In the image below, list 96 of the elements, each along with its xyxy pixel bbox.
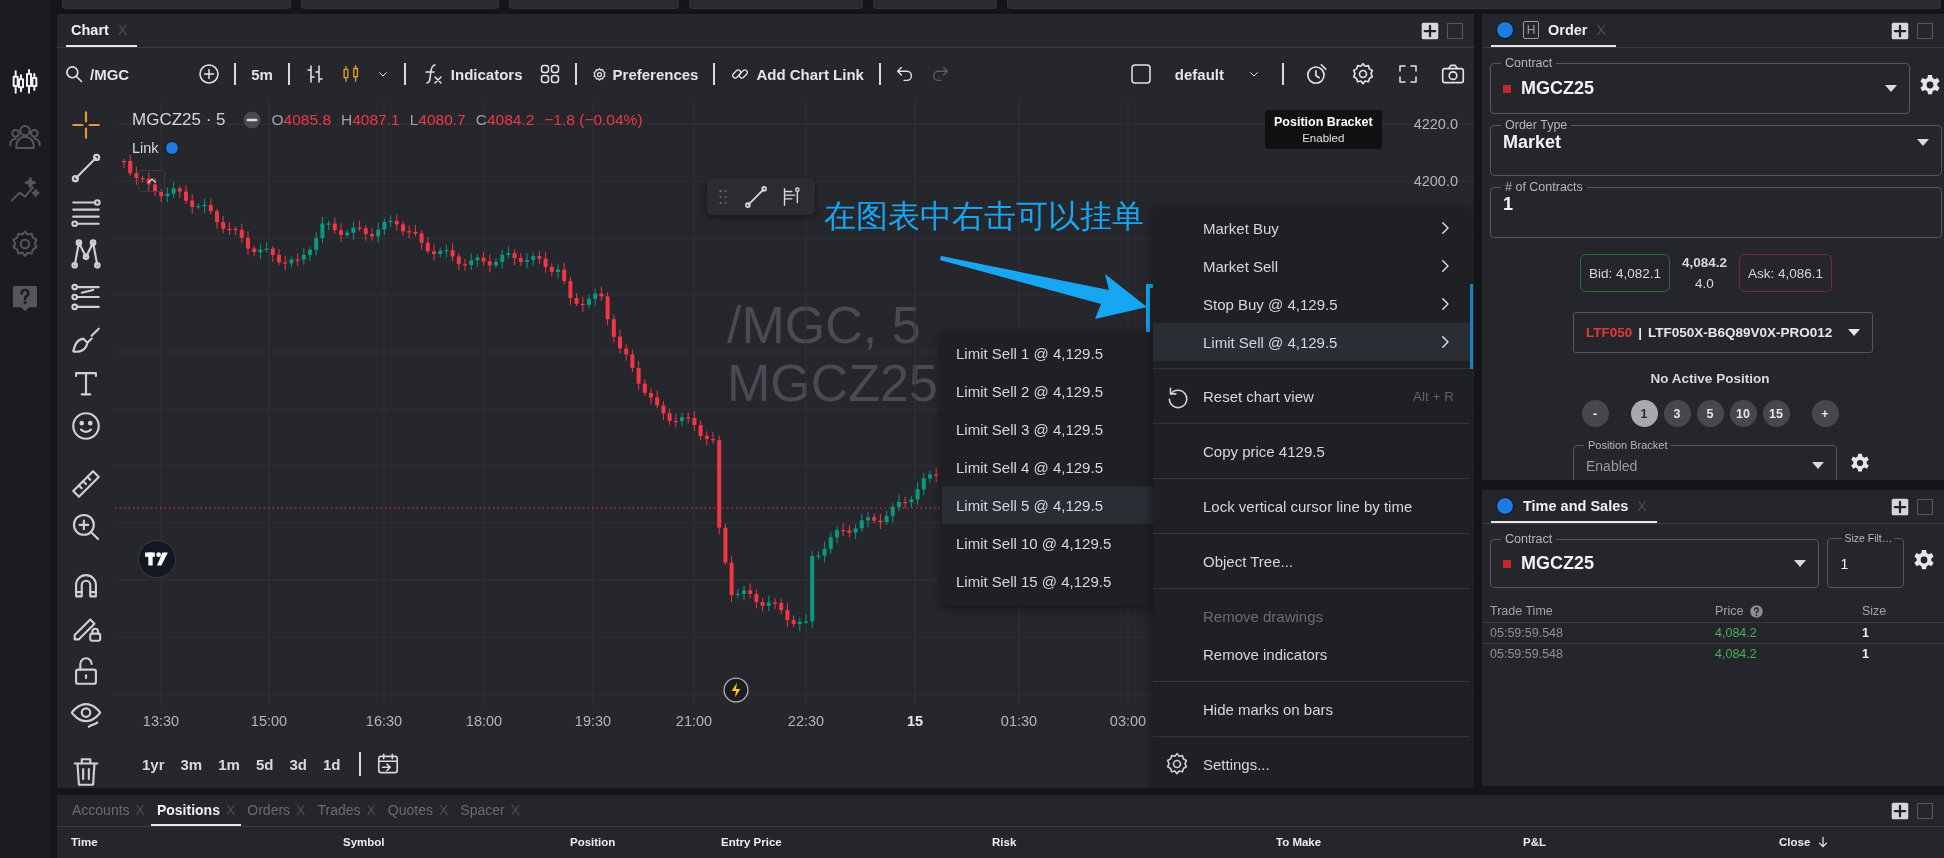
- menu-item[interactable]: Reset chart view Alt + R: [1153, 377, 1470, 415]
- symbol-search[interactable]: /MGC: [62, 61, 132, 87]
- column-header[interactable]: Position: [570, 836, 721, 848]
- menu-item[interactable]: Market Buy: [1153, 209, 1470, 247]
- shortcut-label: Alt + R: [1413, 388, 1454, 404]
- contract-dropdown[interactable]: Contract MGCZ25: [1490, 56, 1910, 114]
- column-header[interactable]: Entry Price: [721, 836, 992, 848]
- time-axis-label: 16:30: [365, 713, 403, 729]
- link-label: Link: [132, 140, 159, 156]
- ask-price: Ask: 4,086.1: [1739, 254, 1833, 292]
- field-label: # of Contracts: [1504, 180, 1584, 194]
- menu-item[interactable]: Stop Buy @ 4,129.5: [1153, 285, 1470, 323]
- ohlc-value: L4080.7: [409, 111, 466, 129]
- bid-price: Bid: 4,082.1: [1579, 254, 1670, 292]
- last-price: 4,084.2: [1681, 255, 1727, 270]
- contracts-input[interactable]: 1: [1503, 194, 1929, 215]
- menu-item[interactable]: Market Sell: [1153, 247, 1470, 285]
- account-dropdown[interactable]: LTF050 | LTF050X-B6Q89V0X-PRO012: [1573, 312, 1873, 353]
- menu-item[interactable]: Settings...: [1153, 745, 1470, 783]
- table-cell: 4,084.2: [1707, 622, 1854, 643]
- price-axis-label: 4220.0: [1413, 116, 1458, 132]
- menu-item[interactable]: Limit Sell 1 @ 4,129.5: [942, 334, 1153, 372]
- indicators-button[interactable]: Indicators: [418, 59, 525, 89]
- range-button[interactable]: 3m: [175, 751, 208, 777]
- column-header[interactable]: Risk: [992, 836, 1276, 848]
- quantity-button[interactable]: +: [1811, 400, 1839, 427]
- menu-item[interactable]: Copy price 4129.5: [1153, 432, 1470, 470]
- time-axis-label: 01:30: [1000, 713, 1038, 729]
- time-axis-label: 19:30: [574, 713, 612, 729]
- time-axis-label: 21:00: [675, 713, 713, 729]
- interval-button[interactable]: 5m: [249, 62, 275, 86]
- menu-item[interactable]: Limit Sell 5 @ 4,129.5: [942, 486, 1153, 524]
- menu-item[interactable]: Remove indicators: [1153, 635, 1470, 673]
- menu-item[interactable]: Limit Sell 15 @ 4,129.5: [942, 562, 1153, 600]
- order-type-dropdown[interactable]: Order Type Market: [1490, 118, 1942, 176]
- column-header[interactable]: Symbol: [343, 836, 570, 848]
- field-label: Contract: [1504, 532, 1554, 546]
- range-button[interactable]: 3d: [284, 751, 312, 777]
- column-header: Trade Time: [1489, 603, 1554, 620]
- table-cell: 1: [1854, 643, 1944, 664]
- table-cell: 4,084.2: [1707, 643, 1854, 664]
- symbol-label: MGCZ25 · 5: [132, 110, 226, 130]
- field-label: Contract: [1504, 56, 1554, 70]
- ohlc-value: H4087.1: [341, 111, 400, 129]
- quantity-button[interactable]: 3: [1663, 400, 1691, 427]
- quantity-button[interactable]: 1: [1630, 400, 1658, 427]
- layout-name-button[interactable]: default: [1172, 62, 1226, 86]
- table-cell: 1: [1854, 622, 1944, 643]
- column-header[interactable]: P&L: [1523, 836, 1779, 848]
- size-filter-input[interactable]: Size Filt… 1: [1827, 532, 1904, 588]
- quantity-button[interactable]: -: [1581, 400, 1609, 427]
- range-button[interactable]: 5d: [250, 751, 279, 777]
- menu-item[interactable]: Object Tree...: [1153, 542, 1470, 580]
- column-header[interactable]: Close: [1779, 836, 1811, 848]
- column-header[interactable]: To Make: [1276, 836, 1523, 848]
- time-axis-label: 15:00: [250, 713, 288, 729]
- menu-item[interactable]: Limit Sell @ 4,129.5: [1153, 323, 1470, 361]
- time-axis-label: 18:00: [465, 713, 503, 729]
- price-change: 4.0: [1695, 276, 1714, 291]
- ohlc-value: C4084.2: [475, 111, 535, 129]
- time-axis-label: 22:30: [787, 713, 825, 729]
- time-axis-label: 03:00: [1109, 713, 1147, 729]
- add-chart-link-button[interactable]: Add Chart Link: [728, 61, 866, 87]
- menu-item[interactable]: Lock vertical cursor line by time: [1153, 487, 1470, 525]
- column-header: Size: [1861, 603, 1888, 620]
- menu-item[interactable]: Limit Sell 10 @ 4,129.5: [942, 524, 1153, 562]
- time-axis-label: 13:30: [142, 713, 180, 729]
- range-button[interactable]: 1d: [317, 751, 346, 777]
- quantity-button[interactable]: 15: [1762, 400, 1790, 427]
- tooltip-value: Enabled: [1301, 132, 1346, 144]
- range-button[interactable]: 1m: [213, 751, 245, 777]
- range-button[interactable]: 1yr: [137, 751, 170, 777]
- quantity-button[interactable]: 10: [1729, 400, 1757, 427]
- column-header[interactable]: Time: [71, 836, 343, 848]
- ohlc-value: O4085.8: [271, 111, 331, 129]
- menu-item[interactable]: Hide marks on bars: [1153, 690, 1470, 728]
- tooltip-title: Position Bracket: [1274, 115, 1373, 129]
- contracts-field[interactable]: # of Contracts 1: [1490, 180, 1942, 238]
- position-status: No Active Position: [1649, 371, 1771, 386]
- field-label: Order Type: [1504, 118, 1569, 132]
- time-axis-label: 15: [906, 713, 924, 729]
- menu-item[interactable]: Limit Sell 2 @ 4,129.5: [942, 372, 1153, 410]
- menu-item[interactable]: Limit Sell 3 @ 4,129.5: [942, 410, 1153, 448]
- table-cell: 05:59:59.548: [1482, 643, 1707, 664]
- quantity-button[interactable]: 5: [1696, 400, 1724, 427]
- annotation-text: 在图表中右击可以挂单: [824, 196, 1144, 236]
- contract-dropdown[interactable]: Contract MGCZ25: [1490, 532, 1820, 588]
- column-header: Price: [1715, 604, 1744, 618]
- field-label: Position Bracket: [1587, 439, 1669, 451]
- field-label: Size Filt…: [1843, 532, 1894, 544]
- change-value: −1.8 (−0.04%): [544, 111, 643, 129]
- preferences-button[interactable]: Preferences: [589, 62, 701, 86]
- menu-item[interactable]: Limit Sell 4 @ 4,129.5: [942, 448, 1153, 486]
- h-badge: H: [1523, 20, 1539, 39]
- price-axis-label: 4200.0: [1413, 173, 1458, 189]
- table-cell: 05:59:59.548: [1482, 622, 1707, 643]
